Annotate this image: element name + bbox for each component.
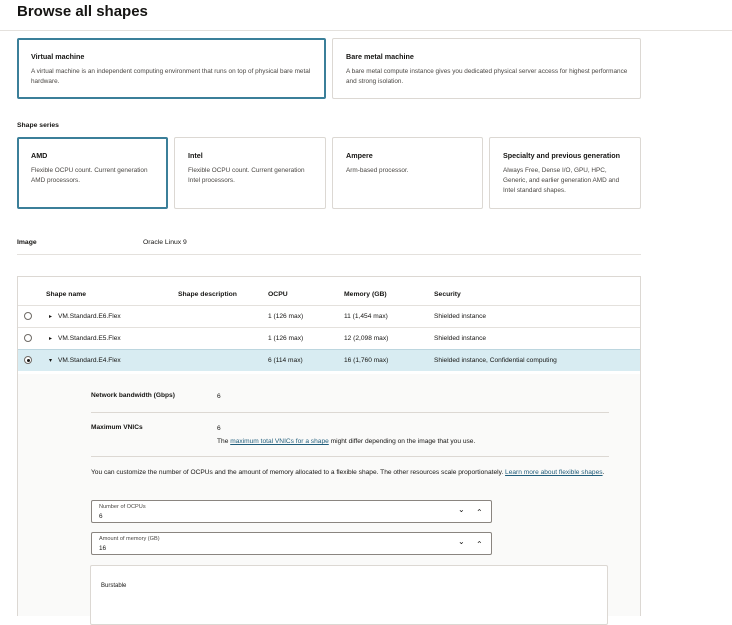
image-label: Image	[17, 239, 37, 246]
ocpu-value: 6 (114 max)	[268, 357, 303, 364]
column-header-shape-description[interactable]: Shape description	[178, 291, 237, 298]
image-divider	[17, 254, 641, 255]
field-value[interactable]: 6	[99, 513, 103, 520]
vnics-note-prefix: The	[217, 438, 231, 445]
flexible-shape-description: You can customize the number of OCPUs an…	[91, 467, 611, 478]
vnics-note-suffix: might differ depending on the image that…	[328, 438, 476, 445]
shape-series-label: Shape series	[17, 122, 59, 129]
series-card-ampere[interactable]: Ampere Arm-based processor.	[332, 137, 483, 209]
ocpu-count-stepper[interactable]: Number of OCPUs 6 ⌄ ⌃	[91, 500, 492, 523]
series-card-amd[interactable]: AMD Flexible OCPU count. Current generat…	[17, 137, 168, 209]
field-value[interactable]: 16	[99, 545, 106, 552]
chevron-up-icon[interactable]: ⌃	[476, 540, 483, 549]
network-bandwidth-label: Network bandwidth (Gbps)	[91, 392, 175, 399]
card-title: Ampere	[346, 151, 373, 160]
field-label: Number of OCPUs	[99, 504, 146, 510]
security-value: Shielded instance	[434, 335, 487, 342]
card-description: Arm-based processor.	[346, 167, 409, 174]
shape-name: VM.Standard.E5.Flex	[58, 335, 121, 342]
card-title: Virtual machine	[31, 52, 85, 61]
customize-end: .	[602, 469, 605, 476]
instance-type-baremetal-card[interactable]: Bare metal machine A bare metal compute …	[332, 38, 641, 99]
card-title: AMD	[31, 151, 48, 160]
memory-value: 12 (2,098 max)	[344, 335, 389, 342]
chevron-down-icon[interactable]: ⌄	[458, 505, 465, 514]
table-row-selected[interactable]: ▾ VM.Standard.E4.Flex 6 (114 max) 16 (1,…	[18, 349, 640, 371]
ocpu-value: 1 (126 max)	[268, 335, 304, 342]
series-card-specialty[interactable]: Specialty and previous generation Always…	[489, 137, 641, 209]
chevron-up-icon[interactable]: ⌃	[476, 508, 483, 517]
title-divider	[0, 30, 732, 31]
memory-value: 11 (1,454 max)	[344, 313, 388, 320]
security-value: Shielded instance	[434, 313, 487, 320]
security-value: Shielded instance, Confidential computin…	[434, 357, 557, 364]
max-vnics-value: 6	[217, 425, 221, 432]
card-title: Intel	[188, 151, 203, 160]
column-header-memory[interactable]: Memory (GB)	[344, 291, 387, 298]
field-label: Amount of memory (GB)	[99, 536, 160, 542]
card-description: Flexible OCPU count. Current generation …	[188, 167, 305, 184]
caret-right-icon[interactable]: ▸	[49, 313, 52, 320]
chevron-down-icon[interactable]: ⌄	[458, 537, 465, 546]
instance-type-vm-card[interactable]: Virtual machine A virtual machine is an …	[17, 38, 326, 99]
shape-name: VM.Standard.E4.Flex	[58, 357, 121, 364]
series-card-intel[interactable]: Intel Flexible OCPU count. Current gener…	[174, 137, 326, 209]
burstable-section: Burstable	[90, 565, 608, 625]
card-title: Bare metal machine	[346, 52, 414, 61]
card-description: Always Free, Dense I/O, GPU, HPC, Generi…	[503, 167, 620, 194]
learn-more-flexible-shapes-link[interactable]: Learn more about flexible shapes	[505, 469, 603, 476]
table-row[interactable]: ▸ VM.Standard.E5.Flex 1 (126 max) 12 (2,…	[18, 327, 640, 349]
memory-amount-stepper[interactable]: Amount of memory (GB) 16 ⌄ ⌃	[91, 532, 492, 555]
card-description: Flexible OCPU count. Current generation …	[31, 167, 148, 184]
image-value: Oracle Linux 9	[143, 239, 187, 246]
memory-value: 16 (1,760 max)	[344, 357, 389, 364]
caret-down-icon[interactable]: ▾	[49, 357, 52, 364]
max-vnics-label: Maximum VNICs	[91, 424, 143, 431]
column-header-security[interactable]: Security	[434, 291, 461, 298]
shape-name: VM.Standard.E6.Flex	[58, 313, 121, 320]
customize-text: You can customize the number of OCPUs an…	[91, 469, 506, 476]
card-description: A bare metal compute instance gives you …	[346, 68, 628, 85]
max-vnics-link[interactable]: maximum total VNICs for a shape	[230, 438, 329, 445]
row-radio-button[interactable]	[24, 334, 32, 342]
burstable-label: Burstable	[101, 583, 127, 589]
row-radio-button-selected[interactable]	[24, 356, 32, 364]
vnics-note: The maximum total VNICs for a shape migh…	[217, 438, 475, 445]
column-header-shape-name[interactable]: Shape name	[46, 291, 86, 298]
network-bandwidth-value: 6	[217, 393, 221, 400]
detail-divider	[91, 456, 609, 457]
page-title: Browse all shapes	[17, 3, 148, 20]
detail-divider	[91, 412, 609, 413]
caret-right-icon[interactable]: ▸	[49, 335, 52, 342]
column-header-ocpu[interactable]: OCPU	[268, 291, 288, 298]
ocpu-value: 1 (126 max)	[268, 313, 304, 320]
row-radio-button[interactable]	[24, 312, 32, 320]
table-row[interactable]: ▸ VM.Standard.E6.Flex 1 (126 max) 11 (1,…	[18, 305, 640, 327]
card-description: A virtual machine is an independent comp…	[31, 68, 311, 85]
card-title: Specialty and previous generation	[503, 151, 621, 160]
